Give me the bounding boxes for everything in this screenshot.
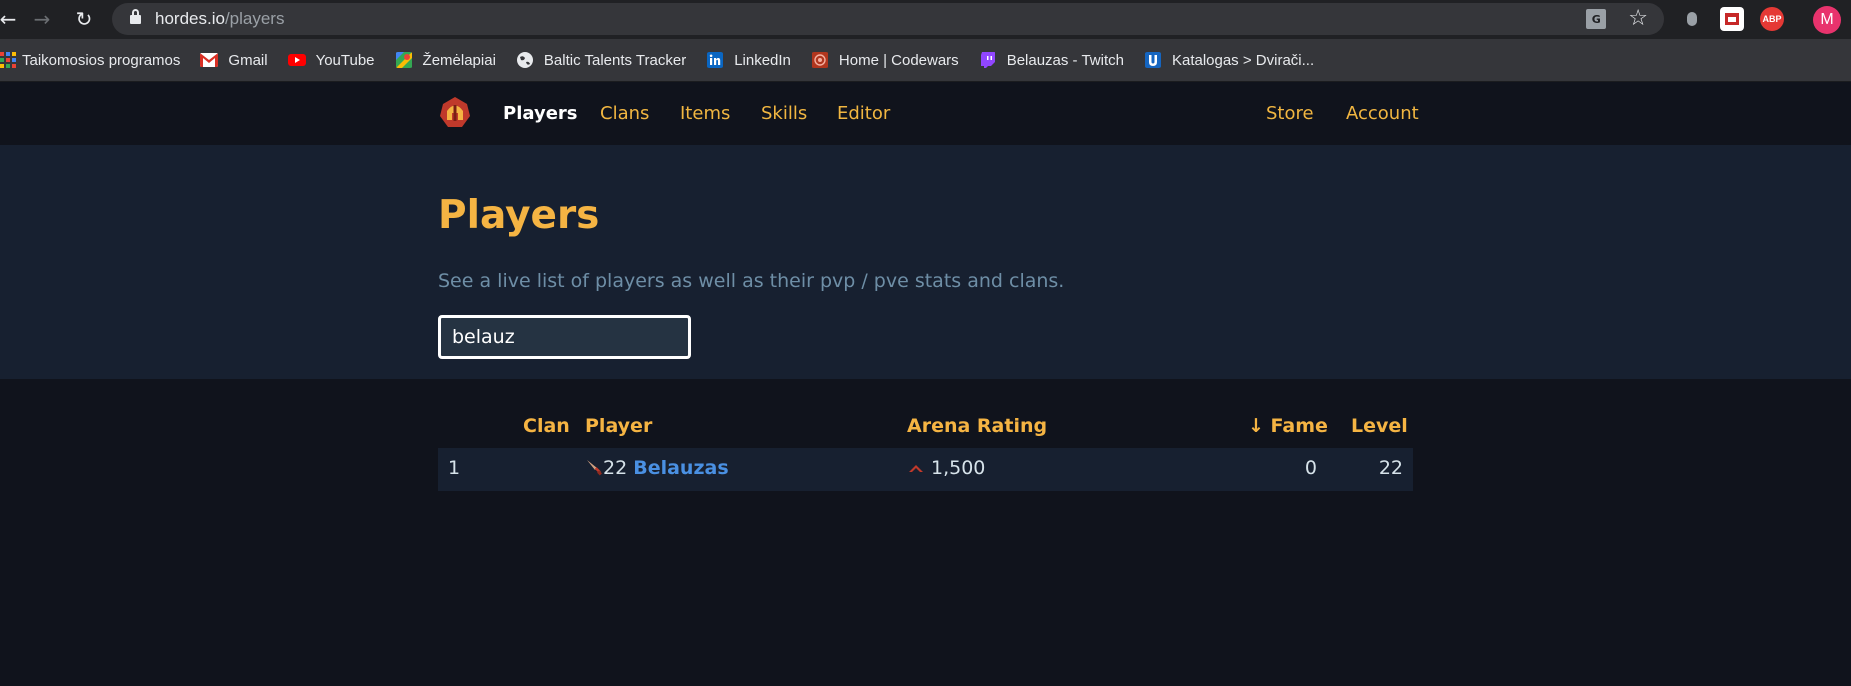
- nav-store[interactable]: Store: [1266, 103, 1314, 124]
- bookmark-maps[interactable]: Žemėlapiai: [395, 52, 496, 69]
- nav-items[interactable]: Items: [680, 103, 730, 124]
- linkedin-icon: [707, 52, 724, 68]
- adblock-plus-icon[interactable]: ABP: [1760, 7, 1784, 31]
- lock-icon: [130, 8, 141, 25]
- back-icon[interactable]: ←: [0, 5, 22, 33]
- profile-avatar[interactable]: M: [1813, 6, 1841, 34]
- apps-grid-icon: [0, 52, 16, 68]
- column-header-arena-rating[interactable]: Arena Rating: [907, 415, 1047, 437]
- bookmark-label: Katalogas > Dvirači...: [1171, 51, 1315, 69]
- url-text[interactable]: hordes.io/players: [155, 9, 284, 29]
- bookmark-label: Home | Codewars: [838, 51, 959, 69]
- player-name-link[interactable]: Belauzas: [633, 457, 728, 479]
- maps-icon: [395, 52, 412, 68]
- column-header-clan[interactable]: Clan: [523, 415, 570, 437]
- bookmark-twitch[interactable]: Belauzas - Twitch: [979, 52, 1124, 69]
- player-level: 22: [603, 457, 628, 479]
- nav-skills[interactable]: Skills: [761, 103, 807, 124]
- nav-account[interactable]: Account: [1346, 103, 1419, 124]
- page-title: Players: [438, 193, 600, 238]
- translate-icon[interactable]: G: [1586, 9, 1607, 29]
- bookmark-label: Belauzas - Twitch: [1006, 51, 1124, 69]
- bookmark-katalogas[interactable]: Katalogas > Dvirači...: [1144, 52, 1314, 69]
- u-icon: [1144, 52, 1161, 68]
- bookmark-codewars[interactable]: Home | Codewars: [811, 52, 959, 69]
- bookmark-apps[interactable]: Taikomosios programos: [0, 52, 180, 69]
- row-fame: 0: [1304, 457, 1317, 479]
- hordes-logo-icon[interactable]: [438, 96, 472, 130]
- address-bar[interactable]: hordes.io/players G ☆: [112, 3, 1664, 35]
- bookmarks-bar: Taikomosios programos Gmail YouTube Žemė…: [0, 39, 1851, 82]
- forward-icon[interactable]: →: [28, 5, 56, 33]
- browser-toolbar: ← → ↻ hordes.io/players G ☆ ABP M: [0, 0, 1851, 39]
- gmail-icon: [200, 53, 219, 67]
- table-row[interactable]: 1 22 Belauzas 1,500 0 22: [438, 448, 1413, 491]
- sword-icon: [587, 460, 602, 476]
- player-search-input[interactable]: [438, 315, 691, 359]
- nav-clans[interactable]: Clans: [600, 103, 649, 124]
- bookmark-label: Taikomosios programos: [22, 51, 181, 69]
- globe-icon: [516, 52, 533, 68]
- url-host: hordes.io: [155, 9, 225, 28]
- bookmark-star-icon[interactable]: ☆: [1628, 8, 1648, 30]
- bookmark-linkedin[interactable]: LinkedIn: [706, 52, 791, 69]
- twitch-icon: [980, 52, 995, 68]
- bookmark-label: Baltic Talents Tracker: [543, 51, 687, 69]
- bookmark-gmail[interactable]: Gmail: [200, 51, 268, 69]
- arena-rating-value: 1,500: [931, 457, 986, 479]
- row-level: 22: [1378, 457, 1403, 479]
- chevron-up-icon: [909, 465, 923, 472]
- row-arena-rating: 1,500: [909, 457, 985, 479]
- row-player: 22 Belauzas: [585, 457, 729, 479]
- bookmark-baltic-talents[interactable]: Baltic Talents Tracker: [516, 52, 686, 69]
- bookmark-youtube[interactable]: YouTube: [287, 51, 375, 69]
- row-rank: 1: [448, 457, 461, 479]
- nav-players[interactable]: Players: [503, 103, 578, 124]
- page-subtitle: See a live list of players as well as th…: [438, 270, 1065, 292]
- url-path: /players: [224, 9, 285, 28]
- column-header-level[interactable]: Level: [1351, 415, 1408, 437]
- page-header: Players See a live list of players as we…: [0, 145, 1851, 379]
- extension-icon[interactable]: [1680, 7, 1704, 31]
- codewars-icon: [811, 52, 828, 68]
- calendar-extension-icon[interactable]: [1720, 7, 1744, 31]
- bookmark-label: Gmail: [228, 51, 268, 69]
- column-header-fame[interactable]: ↓ Fame: [1248, 415, 1328, 437]
- site-navbar: Players Clans Items Skills Editor Store …: [0, 82, 1851, 145]
- nav-editor[interactable]: Editor: [837, 103, 890, 124]
- bookmark-label: LinkedIn: [734, 51, 791, 69]
- reload-icon[interactable]: ↻: [70, 5, 98, 33]
- youtube-icon: [287, 54, 306, 66]
- bookmark-label: YouTube: [315, 51, 375, 69]
- bookmark-label: Žemėlapiai: [422, 51, 496, 69]
- column-header-player[interactable]: Player: [585, 415, 652, 437]
